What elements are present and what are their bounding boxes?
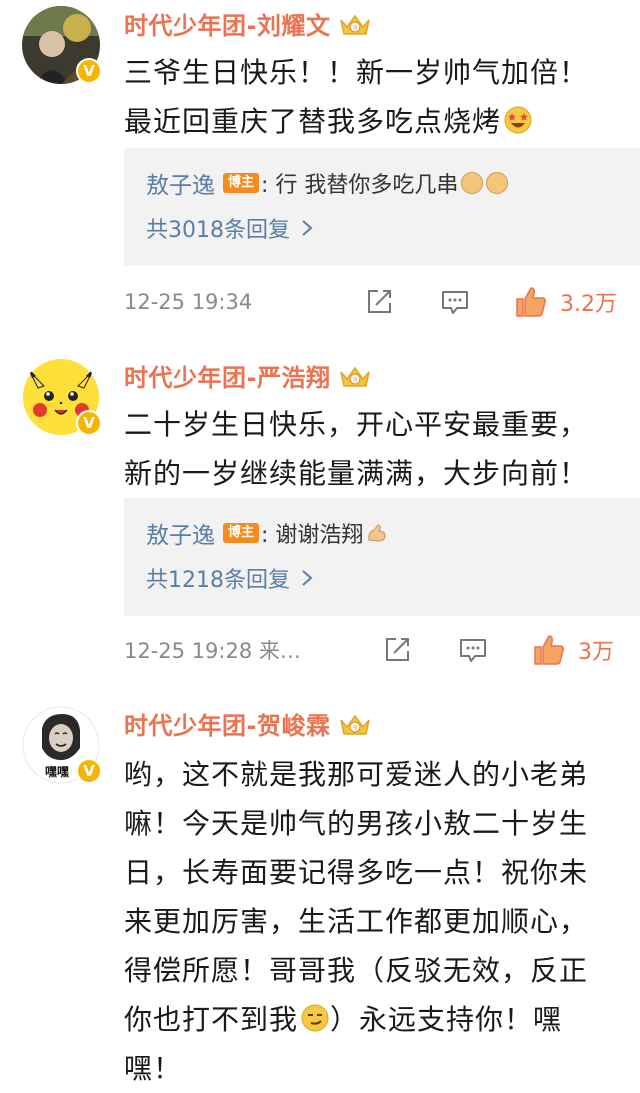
owner-badge: 博主 (223, 523, 260, 543)
more-replies-label: 共1218条回复 (146, 568, 290, 593)
avatar[interactable]: V (22, 6, 102, 84)
share-icon[interactable] (364, 287, 394, 317)
comment-icon[interactable] (440, 287, 470, 317)
comment-text-line: 日，长寿面要记得多吃一点！祝你未 (124, 856, 589, 889)
more-replies-link[interactable]: 共1218条回复 (146, 562, 314, 594)
verified-badge-icon: V (76, 58, 102, 84)
like-thumb-icon[interactable] (514, 285, 548, 319)
verified-badge-icon: V (76, 410, 102, 436)
more-replies-link[interactable]: 共3018条回复 (146, 212, 314, 244)
reply-preview-box[interactable]: 敖子逸 博主 : 行 我替你多吃几串 共3018条回复 (124, 148, 640, 266)
reply-preview-box[interactable]: 敖子逸 博主 : 谢谢浩翔 共1218条回复 (124, 498, 640, 616)
svg-text:9: 9 (353, 376, 357, 384)
doge-emoji-icon (461, 172, 484, 194)
reply-text: : 谢谢浩翔 (261, 523, 364, 548)
comment-text-line: 新的一岁继续能量满满，大步向前！ (124, 457, 589, 490)
crown-vip-icon: 9 (340, 714, 371, 735)
comment-author-name[interactable]: 时代少年团-贺峻霖 (124, 706, 330, 741)
avatar-caption: 嘿嘿 (45, 765, 69, 779)
avatar[interactable]: 嘿嘿 V (22, 706, 102, 784)
comment-icon[interactable] (458, 635, 488, 665)
chevron-right-icon (302, 570, 313, 586)
comment-text-line: 得偿所愿！哥哥我（反驳无效，反正 (124, 954, 589, 987)
comment-text-line: 来更加厉害，生活工作都更加顺心， (124, 905, 589, 938)
timestamp: 12-25 19:34 (124, 290, 253, 314)
crown-vip-icon: 9 (340, 366, 371, 387)
comment-author-name[interactable]: 时代少年团-刘耀文 (124, 6, 330, 41)
comment-text-line: 嘿！ (124, 1052, 183, 1085)
crown-vip-icon: 9 (340, 14, 371, 35)
like-count: 3万 (578, 640, 614, 665)
comment-text-line: 三爷生日快乐！！新一岁帅气加倍！ (124, 56, 589, 89)
svg-text:9: 9 (353, 24, 357, 32)
like-thumb-icon[interactable] (532, 633, 566, 667)
like-count: 3.2万 (560, 292, 617, 317)
verified-badge-icon: V (76, 758, 102, 784)
star-struck-emoji-icon (504, 106, 532, 134)
chevron-right-icon (302, 220, 313, 236)
comment-text-line: 你也打不到我 ）永远支持你！嘿 (124, 1003, 563, 1036)
reply-author-name[interactable]: 敖子逸 (146, 166, 215, 200)
comment-meta-row: 12-25 19:34 3.2万 (124, 282, 640, 322)
share-icon[interactable] (382, 635, 412, 665)
comment-text-line: 二十岁生日快乐，开心平安最重要， (124, 408, 589, 441)
owner-badge: 博主 (223, 173, 260, 193)
comment-text-line: 哟，这不就是我那可爱迷人的小老弟 (124, 758, 589, 791)
doge-emoji-icon (486, 172, 509, 194)
avatar[interactable]: V (22, 358, 102, 436)
timestamp: 12-25 19:28 来… (124, 639, 301, 663)
muscle-emoji-icon (368, 524, 386, 542)
smirk-emoji-icon (301, 1004, 329, 1032)
comment-meta-row: 12-25 19:28 来… 3万 (124, 630, 640, 670)
comment-text-line: 最近回重庆了替我多吃点烧烤 (124, 97, 624, 146)
reply-text: : 行 我替你多吃几串 (261, 173, 459, 198)
reply-author-name[interactable]: 敖子逸 (146, 516, 215, 550)
svg-text:9: 9 (353, 724, 357, 732)
comment-text-line: 嘛！今天是帅气的男孩小敖二十岁生 (124, 807, 589, 840)
more-replies-label: 共3018条回复 (146, 218, 290, 243)
comment-author-name[interactable]: 时代少年团-严浩翔 (124, 358, 330, 393)
